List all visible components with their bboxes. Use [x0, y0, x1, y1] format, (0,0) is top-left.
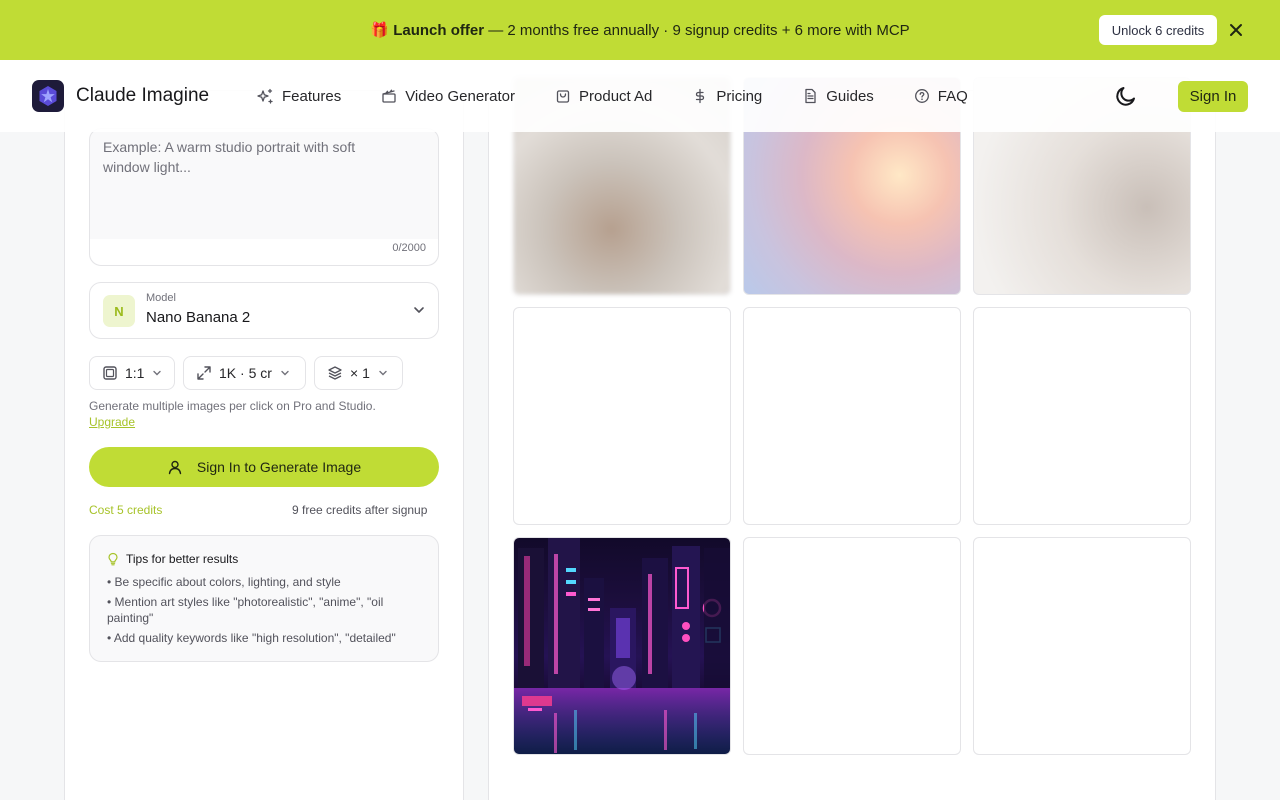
top-nav: Claude Imagine Features Video Generator … — [0, 60, 1280, 132]
aspect-ratio-select[interactable]: 1:1 — [89, 356, 175, 390]
model-badge: N — [103, 295, 135, 327]
moon-icon[interactable] — [1114, 84, 1138, 108]
nav-item-faq[interactable]: FAQ — [914, 85, 968, 107]
tips-title-text: Tips for better results — [126, 552, 239, 566]
gift-icon: 🎁 — [370, 22, 390, 39]
banner-message: — 2 months free annually · 9 signup cred… — [484, 22, 910, 39]
nav-label: Video Generator — [405, 87, 516, 105]
banner-text: 🎁 Launch offer — 2 months free annually … — [370, 21, 909, 39]
nav-label: Pricing — [716, 87, 763, 105]
tip-item: • Mention art styles like "photorealisti… — [107, 595, 384, 625]
generate-button[interactable]: Sign In to Generate Image — [89, 447, 439, 487]
nav-item-product-ad[interactable]: Product Ad — [555, 85, 652, 107]
chevron-down-icon — [412, 303, 426, 322]
help-circle-icon — [914, 89, 929, 103]
nav-item-features[interactable]: Features — [257, 85, 341, 107]
sparkles-icon — [257, 88, 273, 104]
chevron-down-icon — [379, 370, 387, 376]
upgrade-link[interactable]: Upgrade — [89, 415, 135, 429]
generate-button-label: Sign In to Generate Image — [196, 459, 362, 475]
shopping-bag-icon — [556, 90, 570, 103]
aspect-ratio-value: 1:1 — [125, 365, 145, 381]
multi-image-hint: Generate multiple images per click on Pr… — [89, 399, 376, 413]
nav-label: FAQ — [937, 87, 968, 105]
char-counter: 0/2000 — [392, 242, 426, 254]
nav-item-pricing[interactable]: Pricing — [692, 85, 762, 107]
promo-banner: 🎁 Launch offer — 2 months free annually … — [0, 0, 1280, 60]
image-count-value: × 1 — [350, 365, 370, 381]
sign-in-button[interactable]: Sign In — [1178, 81, 1248, 112]
tip-item: • Add quality keywords like "high resolu… — [107, 631, 396, 645]
clapperboard-icon — [382, 89, 396, 103]
unlock-credits-button[interactable]: Unlock 6 credits — [1099, 15, 1217, 45]
lightbulb-icon — [108, 552, 118, 566]
close-banner-icon[interactable] — [1226, 20, 1246, 40]
gallery-image-placeholder[interactable] — [513, 307, 731, 525]
model-name: Nano Banana 2 — [146, 309, 251, 326]
logo-icon[interactable] — [32, 80, 64, 112]
model-select[interactable]: N Model Nano Banana 2 — [89, 282, 439, 339]
nav-label: Product Ad — [579, 87, 653, 105]
nav-item-guides[interactable]: Guides — [802, 85, 874, 107]
user-icon — [168, 460, 182, 475]
model-label: Model — [146, 292, 176, 304]
prompt-placeholder[interactable]: Example: A warm studio portrait with sof… — [103, 137, 403, 177]
tip-item: • Be specific about colors, lighting, an… — [107, 575, 341, 589]
free-credits-label: 9 free credits after signup — [292, 503, 428, 517]
banner-bold: Launch offer — [393, 22, 485, 39]
brand-name[interactable]: Claude Imagine — [76, 85, 209, 107]
nav-label: Guides — [826, 87, 874, 105]
layers-icon — [328, 366, 342, 380]
nav-item-video-generator[interactable]: Video Generator — [381, 85, 515, 107]
cost-label: Cost 5 credits — [89, 503, 163, 517]
chevron-down-icon — [153, 370, 162, 376]
gallery-image-placeholder[interactable] — [973, 307, 1191, 525]
document-icon — [805, 88, 816, 104]
dollar-icon — [696, 88, 705, 104]
neon-city-illustration — [514, 538, 730, 754]
resolution-select[interactable]: 1K · 5 cr — [183, 356, 306, 390]
expand-icon — [197, 366, 211, 380]
gallery-image-neon-city[interactable] — [513, 537, 731, 755]
aspect-ratio-icon — [103, 366, 117, 380]
gallery-image-placeholder[interactable] — [743, 307, 961, 525]
tips-title: Tips for better results — [106, 552, 238, 566]
nav-label: Features — [282, 87, 342, 105]
image-count-select[interactable]: × 1 — [314, 356, 403, 390]
chevron-down-icon — [281, 370, 289, 376]
resolution-value: 1K · 5 cr — [219, 365, 272, 381]
gallery-image-placeholder[interactable] — [743, 537, 961, 755]
gallery-image-placeholder[interactable] — [973, 537, 1191, 755]
prompt-footer — [90, 239, 438, 265]
tips-card: Tips for better results • Be specific ab… — [89, 535, 439, 662]
main-nav: Features Video Generator Product Ad Pric… — [257, 85, 1008, 107]
prompt-input[interactable]: Example: A warm studio portrait with sof… — [89, 128, 439, 266]
